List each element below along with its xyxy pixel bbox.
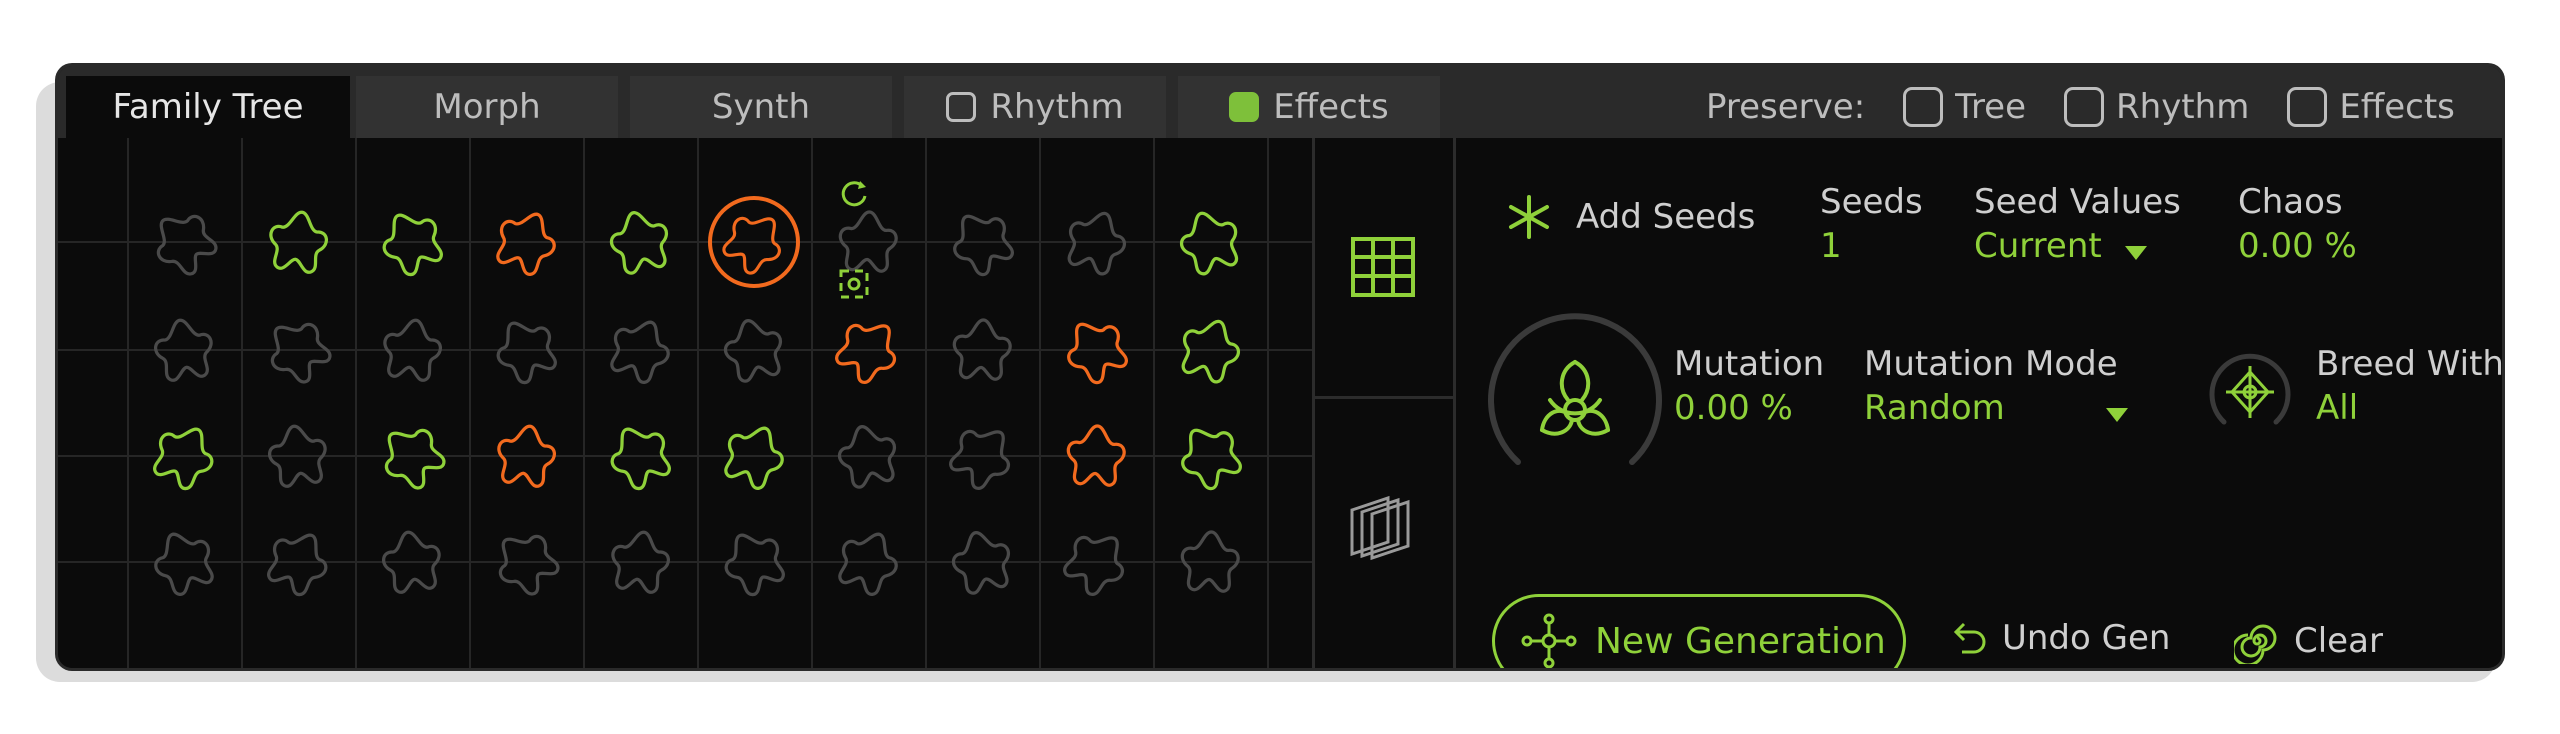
tab-label: Rhythm: [990, 87, 1124, 127]
mutation-mode-label: Mutation Mode: [1864, 344, 2118, 384]
seed-values-control[interactable]: Seed Values Current: [1974, 182, 2181, 266]
grid-view-icon[interactable]: [1350, 236, 1416, 298]
clear-label: Clear: [2294, 621, 2383, 661]
divider: [1453, 138, 1456, 668]
tab-label: Synth: [711, 87, 811, 127]
divider: [1315, 396, 1455, 399]
seed-values-value: Current: [1974, 226, 2102, 266]
preserve-tree-checkbox[interactable]: [1903, 87, 1944, 127]
focus-icon[interactable]: [839, 269, 869, 299]
preserve-option-label: Tree: [1955, 87, 2027, 127]
tab-effects[interactable]: Effects: [1178, 76, 1440, 138]
chaos-value[interactable]: 0.00 %: [2238, 226, 2357, 266]
branch-icon: [1521, 613, 1577, 668]
preserve-group: Preserve: Tree Rhythm Effects: [1706, 76, 2455, 138]
mutation-control[interactable]: Mutation 0.00 %: [1674, 344, 1824, 428]
preserve-option-label: Effects: [2339, 87, 2455, 127]
creatures-layer: [141, 196, 1251, 604]
rhythm-toggle-checkbox[interactable]: [946, 92, 977, 122]
add-seeds-label: Add Seeds: [1576, 197, 1756, 237]
chaos-control[interactable]: Chaos 0.00 %: [2238, 182, 2357, 266]
layers-view-icon[interactable]: [1348, 492, 1414, 564]
mutation-mode-dropdown[interactable]: Random: [1864, 388, 2128, 428]
undo-gen-label: Undo Gen: [2002, 618, 2171, 658]
tab-label: Morph: [433, 87, 541, 127]
mutation-mode-value: Random: [1864, 388, 2005, 428]
seed-values-label: Seed Values: [1974, 182, 2181, 222]
seeds-value[interactable]: 1: [1820, 226, 1923, 266]
new-generation-label: New Generation: [1595, 620, 1886, 662]
preserve-effects-checkbox[interactable]: [2287, 87, 2328, 127]
breed-with-control[interactable]: Breed With All: [2316, 344, 2502, 428]
chaos-label: Chaos: [2238, 182, 2343, 222]
divider: [1312, 138, 1315, 668]
preserve-rhythm-option[interactable]: Rhythm: [2064, 87, 2249, 127]
seeds-control[interactable]: Seeds 1: [1820, 182, 1923, 266]
refresh-icon[interactable]: [841, 181, 867, 207]
clear-button[interactable]: Clear: [2234, 618, 2383, 664]
mutation-knob[interactable]: [1480, 302, 1670, 492]
device-panel: Family Tree Morph Synth Rhythm Effects P…: [58, 66, 2502, 668]
tab-rhythm[interactable]: Rhythm: [904, 76, 1166, 138]
family-tree-grid[interactable]: [58, 138, 1312, 668]
new-generation-button[interactable]: New Generation: [1492, 594, 1906, 668]
tab-bar: Family Tree Morph Synth Rhythm Effects P…: [58, 66, 2502, 138]
breed-with-label: Breed With: [2316, 344, 2502, 384]
seeds-label: Seeds: [1820, 182, 1923, 222]
undo-gen-button[interactable]: Undo Gen: [1948, 618, 2170, 658]
tab-label: Effects: [1273, 87, 1389, 127]
tab-label: Family Tree: [112, 87, 304, 127]
preserve-rhythm-checkbox[interactable]: [2064, 87, 2105, 127]
breed-with-knob[interactable]: [2208, 350, 2292, 434]
tab-morph[interactable]: Morph: [356, 76, 618, 138]
asterisk-icon: [1509, 195, 1549, 239]
chevron-down-icon: [2124, 245, 2147, 260]
mutation-value[interactable]: 0.00 %: [1674, 388, 1824, 428]
chevron-down-icon: [2105, 407, 2128, 422]
seed-values-dropdown[interactable]: Current: [1974, 226, 2181, 266]
effects-toggle-checkbox[interactable]: [1229, 92, 1260, 122]
tab-synth[interactable]: Synth: [630, 76, 892, 138]
preserve-option-label: Rhythm: [2116, 87, 2250, 127]
biohazard-icon: [1540, 360, 1610, 436]
mutation-mode-control[interactable]: Mutation Mode Random: [1864, 344, 2128, 428]
grid-lines: [58, 138, 1312, 668]
panel-body: Add Seeds Seeds 1 Seed Values Current Ch…: [58, 138, 2502, 668]
tab-family-tree[interactable]: Family Tree: [66, 76, 350, 138]
breed-icon: [2226, 366, 2274, 418]
add-seeds-button[interactable]: Add Seeds: [1506, 194, 1755, 240]
undo-icon: [1953, 622, 1986, 654]
preserve-effects-option[interactable]: Effects: [2287, 87, 2455, 127]
mutation-label: Mutation: [1674, 344, 1825, 384]
preserve-tree-option[interactable]: Tree: [1903, 87, 2026, 127]
preserve-label: Preserve:: [1706, 87, 1866, 127]
breed-with-value[interactable]: All: [2316, 388, 2502, 428]
spiral-icon: [2234, 624, 2277, 664]
